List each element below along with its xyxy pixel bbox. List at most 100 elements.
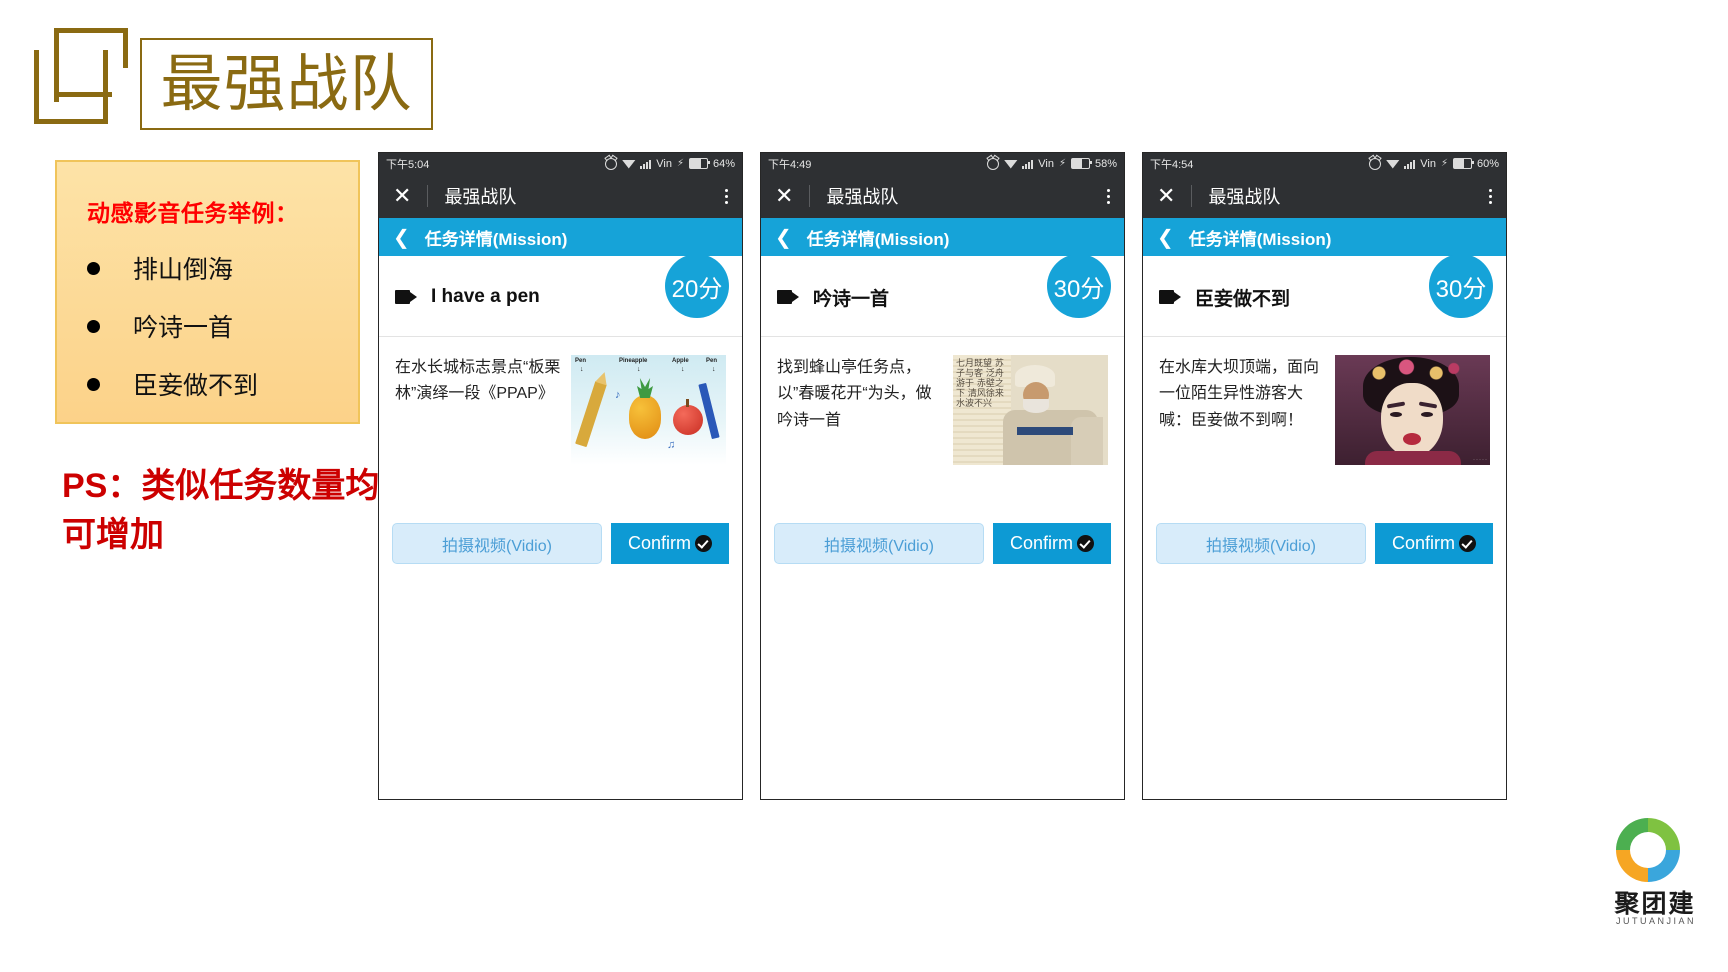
battery-icon: [1070, 158, 1092, 169]
battery-label: 64%: [712, 157, 735, 170]
signal-icon: [1404, 159, 1416, 169]
charging-bolt-icon: ⚡: [676, 157, 684, 169]
carrier-label: Vin: [1038, 157, 1054, 170]
wifi-icon: [621, 159, 636, 169]
action-bar: 拍摄视频(Vidio) Confirm: [761, 523, 1124, 564]
close-icon[interactable]: ✕: [393, 185, 411, 207]
kebab-menu-icon[interactable]: [725, 188, 728, 204]
confirm-button[interactable]: Confirm: [993, 523, 1111, 564]
record-video-button[interactable]: 拍摄视频(Vidio): [392, 523, 602, 564]
mission-description: 在水长城标志景点“板栗林”演绎一段《PPAP》: [395, 359, 561, 403]
kebab-menu-icon[interactable]: [1489, 188, 1492, 204]
score-badge: 30分: [1047, 254, 1111, 318]
arrow-icon: ↓: [712, 366, 716, 373]
check-circle-icon: [1077, 535, 1094, 552]
headdress-shape: [1357, 355, 1467, 385]
pen-shape: [698, 382, 720, 440]
mouth-shape: [1403, 433, 1421, 445]
thumb-label: Apple: [672, 358, 689, 364]
list-item-label: 吟诗一首: [133, 314, 234, 342]
logo-square-inner: [54, 28, 128, 102]
beard-shape: [1023, 399, 1049, 413]
app-title: 最强战队: [1208, 187, 1281, 207]
logo-square-stub: [123, 28, 128, 68]
status-bar: 下午4:49 Vin ⚡ 58%: [761, 153, 1124, 174]
footer-brand-cn: 聚团建: [1614, 890, 1696, 918]
mission-header: 臣妾做不到 30分: [1143, 254, 1506, 337]
arrow-icon: ↓: [580, 366, 584, 373]
arm-shape: [1071, 417, 1103, 465]
video-camera-icon: [1159, 290, 1181, 304]
eye-shape: [1390, 412, 1402, 417]
app-bar: ✕ 最强战队: [379, 174, 742, 218]
wifi-icon: [1003, 159, 1018, 169]
check-circle-icon: [695, 535, 712, 552]
alarm-icon: [987, 157, 1000, 170]
callout-list: 排山倒海 吟诗一首 臣妾做不到: [57, 250, 358, 402]
app-bar: ✕ 最强战队: [761, 174, 1124, 218]
chevron-left-icon[interactable]: ❮: [1157, 225, 1174, 250]
chevron-left-icon[interactable]: ❮: [393, 225, 410, 250]
confirm-button[interactable]: Confirm: [611, 523, 729, 564]
confirm-button[interactable]: Confirm: [1375, 523, 1493, 564]
arrow-icon: ↓: [637, 366, 641, 373]
logo-bar: [54, 92, 112, 97]
arrow-icon: ↓: [681, 366, 685, 373]
wifi-icon: [1385, 159, 1400, 169]
charging-bolt-icon: ⚡: [1058, 157, 1066, 169]
battery-label: 58%: [1094, 157, 1117, 170]
mission-body: 在水库大坝顶端，面向一位陌生异性游客大喊：臣妾做不到啊！ ·····: [1143, 337, 1506, 465]
app-title: 最强战队: [444, 187, 517, 207]
nav-title: 任务详情(Mission): [1188, 229, 1332, 249]
carrier-label: Vin: [1420, 157, 1436, 170]
bracket-logo-icon: [34, 28, 132, 124]
divider: [809, 185, 811, 207]
page-title: 最强战队: [140, 38, 433, 130]
close-icon[interactable]: ✕: [775, 185, 793, 207]
signal-icon: [640, 159, 652, 169]
video-camera-icon: [395, 290, 417, 304]
record-video-button[interactable]: 拍摄视频(Vidio): [774, 523, 984, 564]
nav-bar: ❮ 任务详情(Mission): [379, 218, 742, 256]
thumb-label: Pen: [706, 358, 718, 364]
battery-label: 60%: [1476, 157, 1499, 170]
phone-screenshot-2: 下午4:49 Vin ⚡ 58% ✕ 最强战队 ❮ 任务详情(Mission) …: [760, 152, 1125, 800]
nav-bar: ❮ 任务详情(Mission): [1143, 218, 1506, 256]
examples-callout: 动感影音任务举例： 排山倒海 吟诗一首 臣妾做不到: [55, 160, 360, 424]
confirm-label: Confirm: [627, 533, 691, 553]
opera-actress-thumbnail: ·····: [1335, 355, 1490, 465]
check-circle-icon: [1459, 535, 1476, 552]
calligraphy-text: 七月既望 苏子与客 泛舟游于 赤壁之下 清风徐来 水波不兴: [956, 359, 1004, 409]
ps-note: PS：类似任务数量均可增加: [62, 467, 380, 555]
status-bar: 下午5:04 Vin ⚡ 64%: [379, 153, 742, 174]
chevron-left-icon[interactable]: ❮: [775, 225, 792, 250]
record-video-button[interactable]: 拍摄视频(Vidio): [1156, 523, 1366, 564]
ppap-illustration-thumbnail: Pen ↓ Pineapple ↓ Apple ↓ Pen ↓ ♪ ♫: [571, 355, 726, 465]
mission-description: 在水库大坝顶端，面向一位陌生异性游客大喊：臣妾做不到啊！: [1159, 359, 1320, 429]
kebab-menu-icon[interactable]: [1107, 188, 1110, 204]
carrier-label: Vin: [656, 157, 672, 170]
status-time: 下午5:04: [386, 158, 430, 171]
status-time: 下午4:49: [768, 158, 812, 171]
charging-bolt-icon: ⚡: [1440, 157, 1448, 169]
eye-shape: [1421, 412, 1433, 417]
sash-shape: [1017, 427, 1073, 435]
player-glyph: [1638, 837, 1658, 863]
logo-ball: [1616, 818, 1680, 882]
list-item: 臣妾做不到: [87, 366, 358, 402]
calligraphy-scholar-thumbnail: 七月既望 苏子与客 泛舟游于 赤壁之下 清风徐来 水波不兴: [953, 355, 1108, 465]
list-item-label: 臣妾做不到: [133, 372, 259, 400]
confirm-label: Confirm: [1391, 533, 1455, 553]
thumb-label: Pen: [575, 358, 587, 364]
mission-header: 吟诗一首 30分: [761, 254, 1124, 337]
list-item-label: 排山倒海: [133, 256, 234, 284]
score-badge: 20分: [665, 254, 729, 318]
app-title: 最强战队: [826, 187, 899, 207]
watermark: ·····: [1473, 457, 1488, 463]
battery-icon: [688, 158, 710, 169]
phone-screenshot-1: 下午5:04 Vin ⚡ 64% ✕ 最强战队 ❮ 任务详情(Mission) …: [378, 152, 743, 800]
close-icon[interactable]: ✕: [1157, 185, 1175, 207]
list-item: 吟诗一首: [87, 308, 358, 344]
divider: [1191, 185, 1193, 207]
battery-icon: [1452, 158, 1474, 169]
